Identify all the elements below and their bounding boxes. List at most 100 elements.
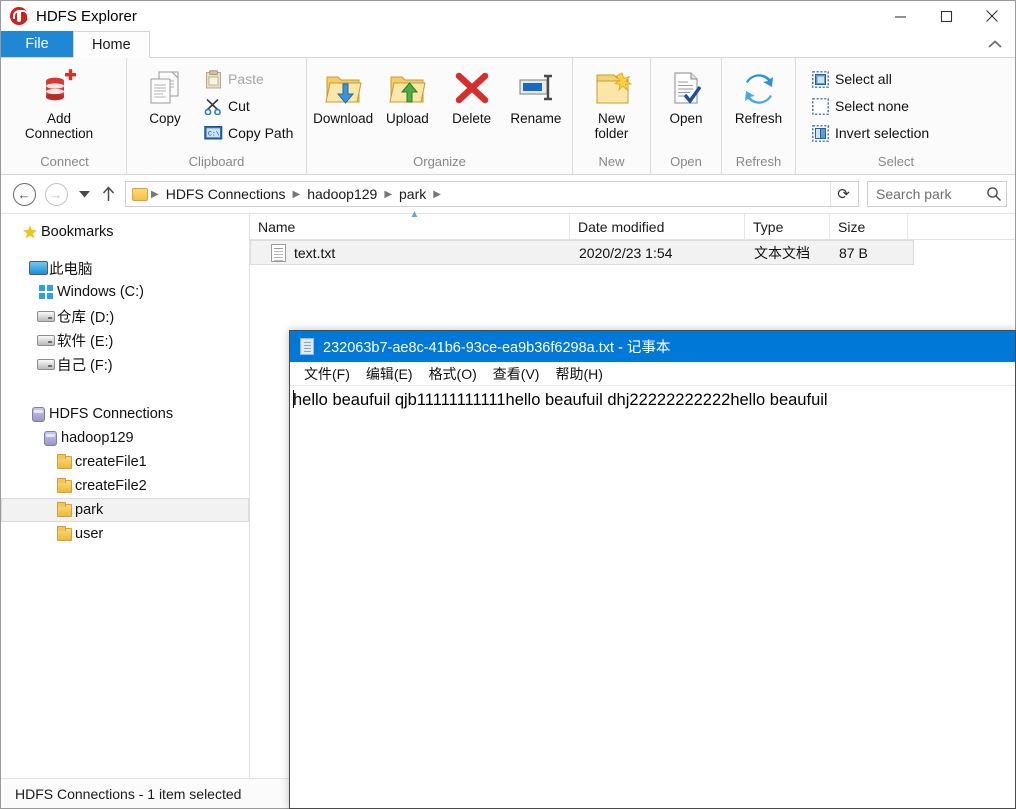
- invert-selection-button[interactable]: Invert selection: [806, 120, 933, 146]
- file-size: 87 B: [839, 244, 868, 261]
- tree-item-hdfs-connections[interactable]: HDFS Connections: [1, 402, 249, 426]
- cut-label: Cut: [228, 98, 250, 114]
- refresh-label: Refresh: [734, 111, 783, 126]
- breadcrumb-item-hadoop129[interactable]: hadoop129: [301, 186, 383, 202]
- database-add-icon: [39, 67, 79, 111]
- breadcrumb-separator[interactable]: ▶: [383, 189, 393, 200]
- table-row[interactable]: text.txt 2020/2/23 1:54 文本文档 87 B: [250, 240, 914, 265]
- add-connection-label-line1: Add: [46, 111, 72, 126]
- new-folder-button[interactable]: New folder: [578, 64, 646, 144]
- forward-button[interactable]: →: [41, 180, 71, 208]
- scissors-icon: [203, 96, 223, 116]
- select-all-button[interactable]: Select all: [806, 66, 933, 92]
- tree-item-createfile1[interactable]: createFile1: [1, 450, 249, 474]
- column-header-name[interactable]: ▲ Name: [250, 209, 570, 240]
- column-header-date-modified[interactable]: Date modified: [570, 213, 745, 240]
- tree-item-this-pc[interactable]: 此电脑: [1, 256, 249, 280]
- tree-item-drive-d[interactable]: 仓库 (D:): [1, 304, 249, 328]
- copy-button[interactable]: Copy: [131, 64, 199, 129]
- refresh-button[interactable]: Refresh: [726, 64, 791, 129]
- folder-icon: [53, 477, 75, 493]
- ribbon-group-clipboard: Copy Paste Cut C:\ Copy Path Clipboard: [127, 58, 307, 174]
- ribbon-group-label-refresh: Refresh: [735, 154, 782, 169]
- star-icon: ★: [22, 222, 38, 242]
- up-arrow-icon: [102, 186, 114, 201]
- new-folder-icon: [591, 67, 633, 111]
- notepad-text-area[interactable]: hello beaufuil qjb11111111111hello beauf…: [290, 386, 1015, 808]
- breadcrumb-separator[interactable]: ▶: [292, 189, 302, 200]
- maximize-button[interactable]: [923, 1, 969, 31]
- folder-download-icon: [322, 67, 364, 111]
- menu-item-format[interactable]: 格式(O): [421, 364, 485, 384]
- chevron-down-icon: [78, 191, 90, 198]
- database-icon: [39, 430, 61, 446]
- file-type: 文本文档: [754, 244, 810, 261]
- copy-label: Copy: [149, 111, 181, 126]
- breadcrumb-item-hdfs-connections[interactable]: HDFS Connections: [160, 186, 292, 202]
- paste-button[interactable]: Paste: [199, 66, 297, 92]
- delete-button[interactable]: Delete: [440, 64, 504, 129]
- tree-item-label: 此电脑: [49, 261, 93, 278]
- breadcrumb-item-park[interactable]: park: [393, 186, 432, 202]
- tree-item-label: 自己 (F:): [57, 357, 113, 374]
- notepad-icon: [300, 338, 314, 355]
- menu-item-edit[interactable]: 编辑(E): [358, 364, 421, 384]
- tree-item-createfile2[interactable]: createFile2: [1, 474, 249, 498]
- notepad-content: hello beaufuil qjb11111111111hello beauf…: [293, 391, 828, 409]
- select-all-label: Select all: [835, 71, 892, 87]
- recent-locations-button[interactable]: [73, 180, 95, 208]
- tree-item-drive-e[interactable]: 软件 (E:): [1, 328, 249, 352]
- copy-path-button[interactable]: C:\ Copy Path: [199, 120, 297, 146]
- minimize-button[interactable]: [877, 1, 923, 31]
- select-small-buttons: Select all Select none Invert selection: [806, 64, 933, 146]
- close-button[interactable]: [969, 1, 1015, 31]
- search-icon: [987, 187, 1001, 201]
- column-header-size[interactable]: Size: [830, 213, 908, 240]
- delete-label: Delete: [452, 111, 492, 126]
- tree-item-hadoop129[interactable]: hadoop129: [1, 426, 249, 450]
- rename-button[interactable]: Rename: [504, 64, 568, 129]
- select-none-button[interactable]: Select none: [806, 93, 933, 119]
- upload-button[interactable]: Upload: [375, 64, 439, 129]
- add-connection-button[interactable]: Add Connection: [7, 64, 111, 144]
- tree-item-drive-f[interactable]: 自己 (F:): [1, 352, 249, 376]
- open-label: Open: [669, 111, 703, 126]
- tree-item-label: createFile1: [75, 454, 147, 470]
- drive-icon: [35, 310, 57, 322]
- file-list-header: ▲ Name Date modified Type Size: [250, 209, 1015, 240]
- breadcrumb-separator[interactable]: ▶: [432, 189, 442, 200]
- tree-item-bookmarks[interactable]: ★ Bookmarks: [1, 220, 249, 244]
- menu-item-help[interactable]: 帮助(H): [547, 364, 610, 384]
- tree-item-park[interactable]: park: [1, 498, 249, 522]
- file-name: text.txt: [294, 244, 336, 261]
- forward-arrow-icon: →: [44, 182, 68, 206]
- tree-item-user[interactable]: user: [1, 522, 249, 546]
- folder-icon: [53, 501, 75, 517]
- download-button[interactable]: Download: [311, 64, 375, 129]
- back-button[interactable]: ←: [9, 180, 39, 208]
- search-input[interactable]: Search park: [876, 186, 986, 202]
- select-none-icon: [810, 96, 830, 116]
- tab-file[interactable]: File: [1, 31, 73, 57]
- tab-home[interactable]: Home: [73, 31, 150, 58]
- column-header-label: Type: [753, 218, 784, 235]
- cut-button[interactable]: Cut: [199, 93, 297, 119]
- address-refresh-button[interactable]: ⟳: [830, 182, 856, 206]
- column-header-type[interactable]: Type: [745, 213, 830, 240]
- ribbon-group-label-new: New: [598, 154, 625, 169]
- search-box[interactable]: Search park: [867, 181, 1007, 207]
- column-header-label: Date modified: [578, 218, 665, 235]
- new-folder-label-line2: folder: [594, 126, 629, 141]
- open-button[interactable]: Open: [655, 64, 717, 129]
- menu-item-file[interactable]: 文件(F): [296, 364, 358, 384]
- breadcrumb-bar[interactable]: ▶ HDFS Connections ▶ hadoop129 ▶ park ▶ …: [125, 181, 859, 207]
- window-title: HDFS Explorer: [36, 7, 137, 25]
- paste-icon: [203, 69, 223, 89]
- up-button[interactable]: [97, 180, 119, 208]
- collapse-ribbon-button[interactable]: [975, 31, 1015, 57]
- tree-item-windows-c[interactable]: Windows (C:): [1, 280, 249, 304]
- folder-icon: [53, 453, 75, 469]
- tree-item-label: Bookmarks: [41, 224, 114, 240]
- menu-item-view[interactable]: 查看(V): [485, 364, 548, 384]
